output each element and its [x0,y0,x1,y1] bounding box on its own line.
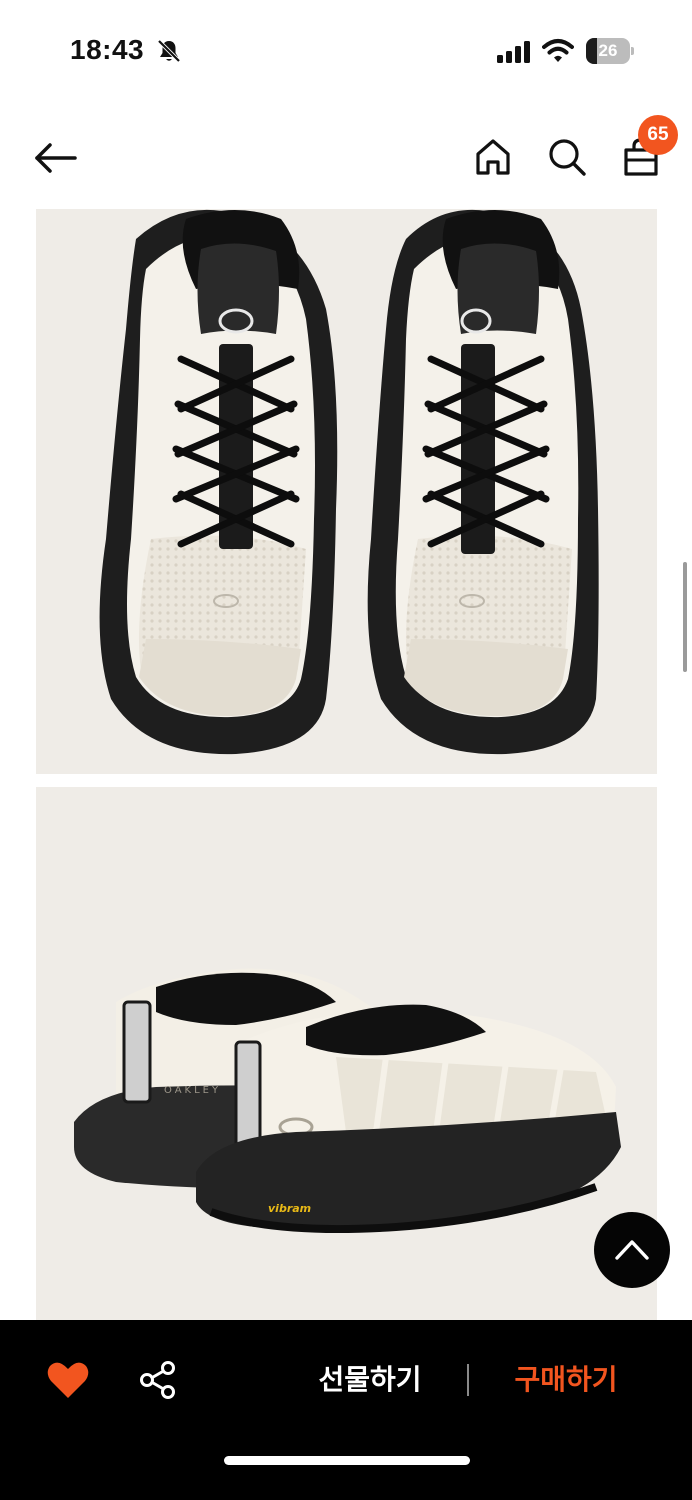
arrow-left-icon[interactable] [30,138,80,178]
battery-icon: 26 [586,38,634,64]
home-icon[interactable] [472,136,514,178]
search-icon[interactable] [546,136,588,178]
cart-count-badge: 65 [638,115,678,155]
bottom-action-bar: 선물하기 구매하기 [0,1320,692,1500]
share-icon[interactable] [138,1360,178,1400]
product-image-top-view [36,209,657,774]
svg-text:OAKLEY: OAKLEY [164,1085,221,1096]
app-header [0,100,692,208]
svg-text:vibram: vibram [268,1202,311,1215]
home-indicator [224,1456,470,1465]
wifi-icon [542,39,574,62]
status-bar: 18:43 26 [0,0,692,100]
bell-off-icon [157,39,181,63]
status-time: 18:43 [70,34,145,65]
scroll-indicator[interactable] [683,562,687,672]
gift-button[interactable]: 선물하기 [300,1358,440,1402]
battery-level: 26 [598,41,618,60]
signal-icon [497,41,530,63]
chevron-up-icon [615,1240,649,1260]
product-image-rear-view: OAKLEY vibram [36,787,657,1327]
divider [467,1364,469,1396]
scroll-to-top-button[interactable] [594,1212,670,1288]
heart-icon[interactable] [46,1360,90,1400]
buy-button[interactable]: 구매하기 [496,1358,636,1402]
